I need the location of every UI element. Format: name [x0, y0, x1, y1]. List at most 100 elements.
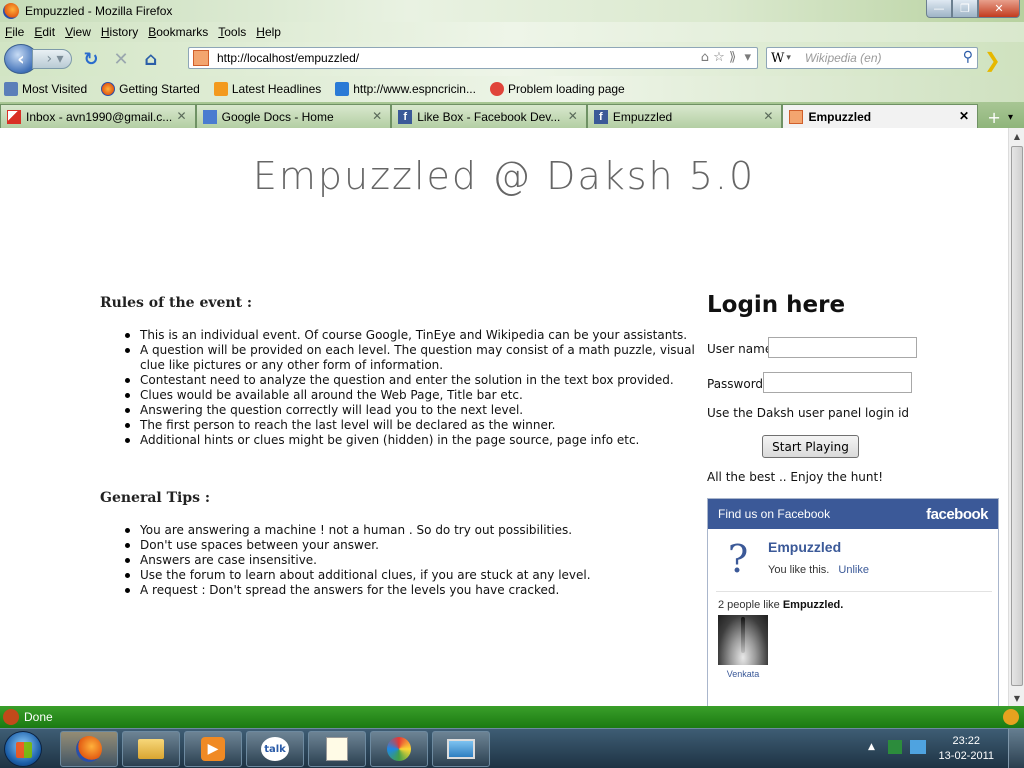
- wikipedia-icon[interactable]: W: [771, 51, 784, 66]
- list-item: A request : Don't spread the answers for…: [125, 583, 700, 598]
- url-text: http://localhost/empuzzled/: [217, 51, 360, 65]
- scroll-thumb[interactable]: [1011, 146, 1023, 686]
- friend-avatar[interactable]: [718, 615, 768, 665]
- bookmark-label: Getting Started: [119, 82, 200, 96]
- menu-bookmarks[interactable]: Bookmarks: [143, 25, 213, 39]
- start-button[interactable]: [4, 731, 42, 767]
- firefox-icon: [101, 82, 116, 96]
- friend-name[interactable]: Venkata: [718, 669, 768, 679]
- forward-button[interactable]: › ▾: [32, 49, 72, 69]
- like-count-page-name[interactable]: Empuzzled.: [783, 599, 844, 611]
- bookmark-getting-started[interactable]: Getting Started: [97, 82, 200, 96]
- firefox-icon: [3, 3, 19, 19]
- dropbox-icon[interactable]: [910, 740, 926, 754]
- taskbar-gtalk[interactable]: talk: [246, 731, 304, 767]
- taskbar-explorer[interactable]: [122, 731, 180, 767]
- best-wishes-text: All the best .. Enjoy the hunt!: [707, 470, 884, 484]
- tab-list-icon[interactable]: ▾: [1008, 106, 1024, 128]
- unlike-link[interactable]: Unlike: [838, 564, 869, 576]
- list-item: Contestant need to analyze the question …: [125, 373, 700, 388]
- firefox-icon: [76, 736, 102, 762]
- bookmark-label: Latest Headlines: [231, 82, 322, 96]
- window-controls: — ❐ ✕: [926, 0, 1020, 18]
- bookmark-espncricinfo[interactable]: http://www.espncricin...: [331, 82, 476, 96]
- menu-file[interactable]: File: [0, 25, 29, 39]
- page-title: Empuzzled @ Daksh 5.0: [252, 154, 756, 198]
- minimize-button[interactable]: —: [926, 0, 952, 18]
- taskbar-paint[interactable]: [370, 731, 428, 767]
- facebook-logo[interactable]: facebook: [926, 506, 988, 523]
- new-tab-button[interactable]: +: [982, 106, 1006, 128]
- facebook-icon: f: [398, 109, 413, 124]
- system-tray: ▲ 23:22 13-02-2011: [854, 729, 1024, 768]
- menu-view[interactable]: View: [60, 25, 96, 39]
- close-tab-icon[interactable]: ✕: [177, 109, 187, 123]
- tab-like-box[interactable]: f Like Box - Facebook Dev... ✕: [391, 104, 587, 128]
- reload-icon[interactable]: ↻: [80, 48, 102, 70]
- network-icon[interactable]: [888, 740, 902, 754]
- start-playing-button[interactable]: Start Playing: [762, 435, 859, 458]
- facebook-like-box: Find us on Facebook facebook ? Empuzzled…: [707, 498, 999, 706]
- menu-help[interactable]: Help: [251, 25, 286, 39]
- list-item: You are answering a machine ! not a huma…: [125, 523, 700, 538]
- bookmark-problem-loading[interactable]: Problem loading page: [486, 82, 625, 96]
- window-title: Empuzzled - Mozilla Firefox: [25, 4, 173, 18]
- search-bar[interactable]: W ▾ Wikipedia (en) ⚲: [766, 47, 978, 69]
- close-button[interactable]: ✕: [978, 0, 1020, 18]
- status-addon-icon[interactable]: [3, 709, 19, 725]
- taskbar-photo-viewer[interactable]: [432, 731, 490, 767]
- taskbar-media-player[interactable]: ▶: [184, 731, 242, 767]
- question-mark-icon[interactable]: ?: [720, 539, 756, 579]
- close-tab-icon[interactable]: ✕: [763, 109, 773, 123]
- facebook-like-status: You like this. Unlike: [768, 564, 869, 576]
- facebook-page-name[interactable]: Empuzzled: [768, 539, 841, 555]
- bookmark-icon: [4, 82, 18, 96]
- list-item: Answering the question correctly will le…: [125, 403, 700, 418]
- rules-heading: Rules of the event :: [100, 295, 253, 311]
- taskbar-firefox[interactable]: [60, 731, 118, 767]
- show-desktop-button[interactable]: [1008, 729, 1024, 768]
- scroll-down-icon[interactable]: ▼: [1009, 690, 1024, 706]
- tab-label: Inbox - avn1990@gmail.c...: [26, 109, 173, 124]
- close-tab-icon[interactable]: ✕: [372, 109, 382, 123]
- scroll-up-icon[interactable]: ▲: [1009, 128, 1024, 144]
- tab-gmail[interactable]: Inbox - avn1990@gmail.c... ✕: [0, 104, 196, 128]
- clock[interactable]: 23:22 13-02-2011: [939, 734, 994, 764]
- status-bar: Done: [0, 706, 1024, 728]
- username-input[interactable]: [768, 337, 917, 358]
- stop-icon[interactable]: ✕: [110, 48, 132, 70]
- vertical-scrollbar[interactable]: ▲ ▼: [1008, 128, 1024, 706]
- password-input[interactable]: [763, 372, 912, 393]
- search-input[interactable]: Wikipedia (en): [805, 51, 882, 65]
- talk-icon: talk: [261, 737, 289, 761]
- list-item: Use the forum to learn about additional …: [125, 568, 700, 583]
- menu-history[interactable]: History: [96, 25, 143, 39]
- search-engine-dropdown-icon[interactable]: ▾: [786, 53, 791, 63]
- tab-empuzzled-facebook[interactable]: f Empuzzled ✕: [586, 104, 783, 128]
- taskbar-notepad[interactable]: [308, 731, 366, 767]
- maximize-button[interactable]: ❐: [952, 0, 978, 18]
- navigation-toolbar: ‹ › ▾ ↻ ✕ ⌂ http://localhost/empuzzled/ …: [0, 42, 1024, 76]
- close-tab-icon[interactable]: ✕: [959, 109, 969, 123]
- site-icon: [789, 109, 804, 124]
- tab-empuzzled-active[interactable]: Empuzzled ✕: [782, 104, 979, 128]
- menu-edit[interactable]: Edit: [29, 25, 60, 39]
- close-tab-icon[interactable]: ✕: [568, 109, 578, 123]
- tab-google-docs[interactable]: Google Docs - Home ✕: [195, 104, 392, 128]
- paint-icon: [387, 737, 411, 761]
- search-icon[interactable]: ⚲: [963, 49, 973, 65]
- status-smiley-icon[interactable]: [1003, 709, 1019, 725]
- list-item: The first person to reach the last level…: [125, 418, 700, 433]
- facebook-header-title[interactable]: Find us on Facebook: [718, 507, 830, 521]
- chevron-right-icon[interactable]: ❯: [984, 48, 1004, 72]
- rss-icon: [213, 82, 228, 96]
- home-icon[interactable]: ⌂: [140, 48, 162, 70]
- tray-expand-icon[interactable]: ▲: [868, 742, 875, 752]
- bookmark-latest-headlines[interactable]: Latest Headlines: [210, 82, 321, 96]
- menu-tools[interactable]: Tools: [213, 25, 251, 39]
- bookmark-most-visited[interactable]: Most Visited: [0, 82, 87, 96]
- url-bar[interactable]: http://localhost/empuzzled/ ⌂ ☆ ⟫ ▾: [188, 47, 758, 69]
- tab-label: Empuzzled: [612, 109, 673, 124]
- play-icon: ▶: [201, 737, 225, 761]
- bookmark-star-icon[interactable]: ⌂ ☆ ⟫ ▾: [701, 50, 751, 65]
